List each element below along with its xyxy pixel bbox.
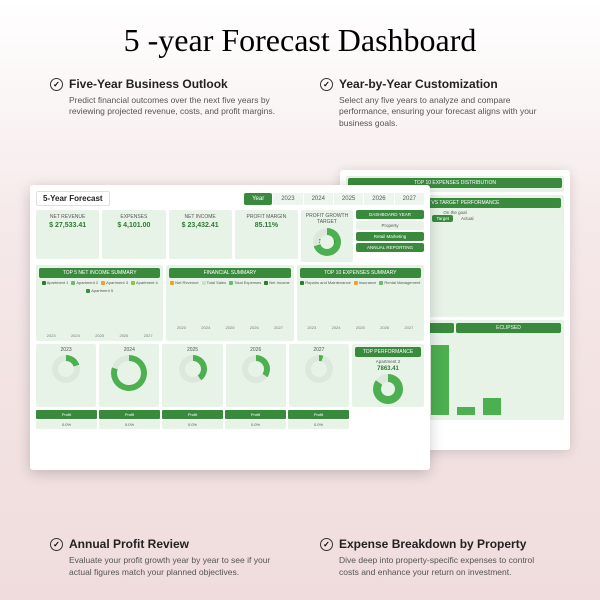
dashboard-tags: DASHBOARD YEAR Property Retail Marketing… xyxy=(356,210,424,262)
check-icon: ✓ xyxy=(320,78,333,91)
feature-customization: ✓ Year-by-Year Customization Select any f… xyxy=(320,77,550,129)
feature-outlook: ✓ Five-Year Business Outlook Predict fina… xyxy=(50,77,280,129)
feature-title: Expense Breakdown by Property xyxy=(339,537,526,551)
kpi-income: NET INCOME$ 23,432.41 xyxy=(169,210,232,259)
feature-desc: Evaluate your profit growth year by year… xyxy=(50,555,280,578)
legend: Net Revenue Total Sales Total Expenses N… xyxy=(169,280,290,285)
feature-title: Five-Year Business Outlook xyxy=(69,77,228,91)
dashboard-front-sheet: 5-Year Forecast Year 2023 2024 2025 2026… xyxy=(30,185,430,470)
ring-card: 20254.5K xyxy=(162,344,222,407)
kpi-revenue: NET REVENUE$ 27,533.41 xyxy=(36,210,99,259)
donut-icon: 11.79% xyxy=(313,228,341,256)
chart-financial: FINANCIAL SUMMARY Net Revenue Total Sale… xyxy=(166,265,293,341)
year-tab[interactable]: 2024 xyxy=(304,193,333,205)
ring-card: 20264.0K xyxy=(226,344,286,407)
check-icon: ✓ xyxy=(320,538,333,551)
top-features: ✓ Five-Year Business Outlook Predict fina… xyxy=(0,77,600,129)
feature-title: Annual Profit Review xyxy=(69,537,189,551)
year-tab-active[interactable]: Year xyxy=(244,193,272,205)
bottom-features: ✓ Annual Profit Review Evaluate your prof… xyxy=(0,537,600,578)
year-tab[interactable]: 2027 xyxy=(395,193,424,205)
dash-title: 5-Year Forecast xyxy=(36,191,110,206)
year-tabs[interactable]: Year 2023 2024 2025 2026 2027 xyxy=(244,193,424,205)
feature-title: Year-by-Year Customization xyxy=(339,77,498,91)
kpi-expenses: EXPENSES$ 4,101.00 xyxy=(102,210,165,259)
check-icon: ✓ xyxy=(50,78,63,91)
ring-card: 20247.0 MK xyxy=(99,344,159,407)
year-tab[interactable]: 2025 xyxy=(334,193,363,205)
back-eclipsed-title: ECLIPSED xyxy=(456,323,561,333)
page-title: 5 -year Forecast Dashboard xyxy=(0,0,600,77)
check-icon: ✓ xyxy=(50,538,63,551)
feature-desc: Dive deep into property-specific expense… xyxy=(320,555,550,578)
feature-annual-profit: ✓ Annual Profit Review Evaluate your prof… xyxy=(50,537,280,578)
chart-net-income: TOP 5 NET INCOME SUMMARY Apartment 1 Apa… xyxy=(36,265,163,341)
chart-expenses: TOP 10 EXPENSES SUMMARY Repairs and Main… xyxy=(297,265,424,341)
feature-desc: Select any five years to analyze and com… xyxy=(320,95,550,129)
feature-desc: Predict financial outcomes over the next… xyxy=(50,95,280,118)
legend: Apartment 1 Apartment 2 Apartment 3 Apar… xyxy=(39,280,160,293)
kpi-margin: PROFIT MARGIN85.11% xyxy=(235,210,298,259)
profit-target-card: PROFIT GROWTH TARGET 11.79% xyxy=(301,210,353,262)
year-tab[interactable]: 2026 xyxy=(364,193,393,205)
feature-expense-breakdown: ✓ Expense Breakdown by Property Dive deep… xyxy=(320,537,550,578)
top-performance-card: TOP PERFORMANCE Apartment 2 7863.41 xyxy=(352,344,424,407)
year-tab[interactable]: 2023 xyxy=(273,193,302,205)
dashboard-mockup: TOP 10 EXPENSES DISTRIBUTION ACTUAL VS T… xyxy=(30,170,570,480)
ring-card: 2023-17.4K xyxy=(36,344,96,407)
ring-card: 2027 xyxy=(289,344,349,407)
donut-icon xyxy=(373,374,403,404)
legend: Repairs and Maintenance Insurance Rental… xyxy=(300,280,421,285)
